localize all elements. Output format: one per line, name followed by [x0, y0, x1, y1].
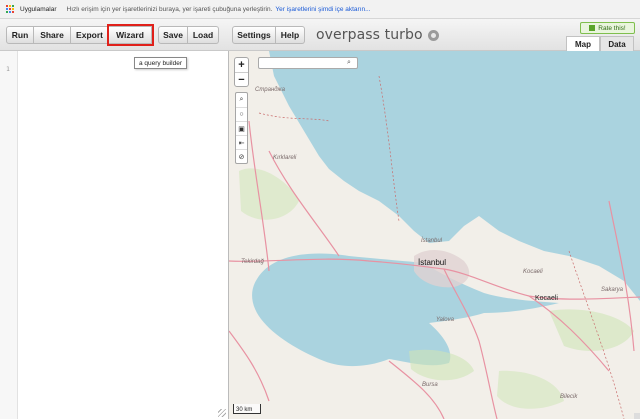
forest-area [239, 168, 299, 220]
zoom-control: + − [234, 57, 249, 87]
import-bookmarks-link[interactable]: Yer işaretlerini şimdi içe aktarın... [275, 6, 370, 13]
map-label-bursa: Bursa [422, 382, 438, 388]
app-title-text: overpass turbo [316, 27, 423, 43]
map-label-yalova: Yalova [436, 317, 454, 323]
map-scale: 30 km [233, 404, 261, 414]
help-button[interactable]: Help [276, 26, 305, 44]
overpass-turbo-window: Uygulamalar Hızlı erişim için yer işaret… [0, 0, 640, 419]
zoom-in-button[interactable]: + [235, 58, 248, 72]
disable-icon[interactable]: ⊘ [236, 149, 247, 163]
resize-handle[interactable] [218, 409, 226, 417]
wizard-button[interactable]: Wizard [107, 24, 154, 46]
map-view[interactable]: Странджа Kırklareli Tekirdağ İstanbul İs… [229, 51, 640, 419]
apps-link[interactable]: Uygulamalar [20, 6, 57, 13]
query-editor[interactable]: 1 [0, 51, 229, 419]
map-label-istanbul-city: İstanbul [418, 258, 447, 267]
bookmarks-bar: Uygulamalar Hızlı erişim için yer işaret… [0, 0, 640, 19]
rate-label: Rate this! [598, 24, 626, 32]
main-toolbar: Run Share Export Wizard Save Load Settin… [0, 19, 640, 51]
share-button[interactable]: Share [34, 26, 71, 44]
rate-this-button[interactable]: Rate this! [580, 22, 635, 34]
action-button-group: Run Share Export Wizard Save Load [6, 24, 219, 46]
tab-data[interactable]: Data [600, 36, 634, 51]
export-button[interactable]: Export [71, 26, 109, 44]
image-export-icon[interactable]: ▣ [236, 121, 247, 135]
map-label-bilecik: Bilecik [560, 394, 578, 400]
zoom-to-data-icon[interactable]: ⌕ [236, 93, 247, 107]
bookmarks-hint: Hızlı erişim için yer işaretlerinizi bur… [66, 5, 273, 13]
app-title: overpass turbo [316, 27, 439, 43]
map-label-kocaeli-province: Kocaeli [523, 269, 543, 275]
map-canvas [229, 51, 640, 419]
settings-button-group: Settings Help [232, 26, 305, 44]
map-label-kirklareli: Kırklareli [273, 155, 297, 161]
apps-grid-icon[interactable] [6, 5, 14, 13]
forest-area [497, 370, 564, 409]
map-label-tekirdag: Tekirdağ [241, 259, 264, 265]
map-label-sakarya: Sakarya [601, 287, 624, 293]
map-search-input[interactable] [258, 57, 358, 69]
forest-area [409, 349, 474, 381]
map-label-strandzha: Странджа [255, 87, 286, 93]
settings-button[interactable]: Settings [232, 26, 276, 44]
wizard-tooltip: a query builder [134, 57, 187, 69]
marmara-sea [252, 253, 559, 367]
line-number: 1 [6, 65, 10, 73]
save-button[interactable]: Save [158, 26, 188, 44]
logo-icon [427, 29, 439, 41]
map-tools: ⌕ ○ ▣ ⇤ ⊘ [235, 92, 248, 164]
load-button[interactable]: Load [188, 26, 219, 44]
zoom-out-button[interactable]: − [235, 72, 248, 86]
locate-icon[interactable]: ○ [236, 107, 247, 121]
map-corner [634, 413, 640, 419]
line-number-gutter: 1 [0, 51, 18, 419]
fullscreen-icon[interactable]: ⇤ [236, 135, 247, 149]
map-label-istanbul-province: İstanbul [421, 238, 443, 244]
map-label-kocaeli-city: Kocaeli [535, 295, 558, 302]
view-tabs: Map Data [566, 36, 634, 51]
search-icon[interactable]: ⌕ [347, 59, 351, 67]
tab-map[interactable]: Map [566, 36, 600, 51]
run-button[interactable]: Run [6, 26, 34, 44]
checkmark-icon [589, 25, 596, 31]
